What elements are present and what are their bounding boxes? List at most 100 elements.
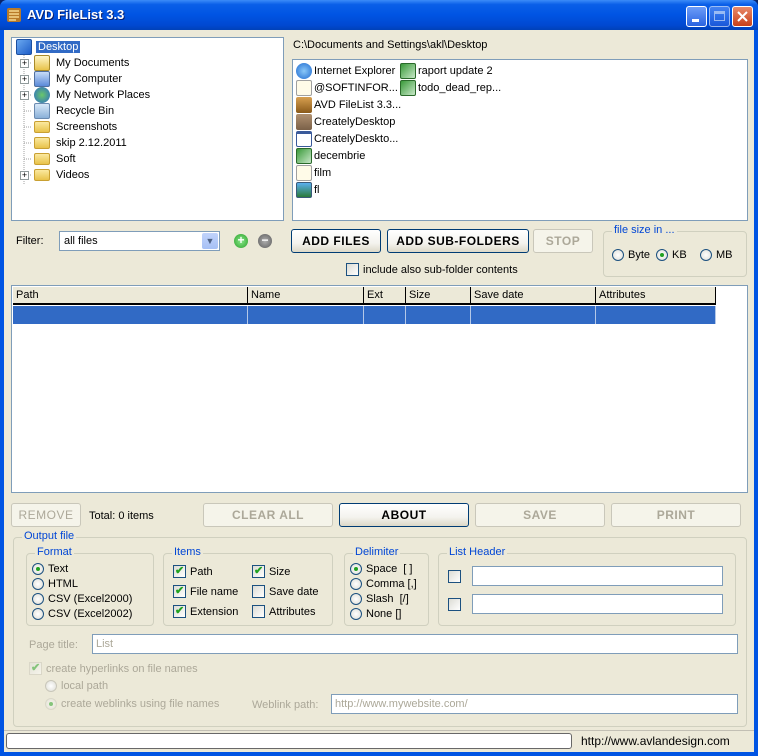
file-item[interactable]: Internet Explorer: [296, 62, 395, 79]
about-button[interactable]: ABOUT: [339, 503, 469, 527]
column-header-name[interactable]: Name: [248, 287, 364, 305]
checkbox-box: [173, 604, 186, 618]
column-header-save-date[interactable]: Save date: [471, 287, 596, 305]
checkbox-path[interactable]: Path: [173, 564, 213, 578]
list-header-line1-checkbox[interactable]: [448, 570, 465, 583]
radio-format-html[interactable]: HTML: [32, 578, 78, 590]
remove-filter-button[interactable]: −: [258, 234, 272, 248]
tree-item-label: Videos: [56, 169, 90, 181]
radio-byte[interactable]: Byte: [612, 249, 650, 261]
checkbox-label: Path: [190, 565, 213, 578]
stop-button[interactable]: STOP: [533, 229, 593, 253]
weblink-path-input[interactable]: [331, 694, 738, 714]
checkbox-attributes[interactable]: Attributes: [252, 605, 315, 618]
radio-mb[interactable]: MB: [700, 249, 733, 261]
file-item[interactable]: CreatelyDesktop: [296, 113, 395, 130]
file-item-label: fl: [314, 183, 320, 196]
tree-item-desktop[interactable]: Desktop: [16, 39, 81, 55]
add-subfolders-button[interactable]: ADD SUB-FOLDERS: [387, 229, 529, 253]
expand-icon[interactable]: +: [20, 75, 29, 84]
file-item[interactable]: @SOFTINFOR...: [296, 79, 398, 96]
radio-label: Byte: [628, 249, 651, 261]
file-item-label: Internet Explorer: [314, 64, 396, 77]
print-button[interactable]: PRINT: [611, 503, 741, 527]
column-header-size[interactable]: Size: [406, 287, 471, 305]
website-link[interactable]: http://www.avlandesign.com: [581, 734, 730, 748]
folder-tree[interactable]: Desktop + My Documents + My Computer + M…: [11, 37, 284, 221]
file-item[interactable]: film: [296, 164, 331, 181]
filter-select[interactable]: all files ▼: [59, 231, 220, 251]
tree-item-recycle-bin[interactable]: Recycle Bin: [34, 103, 116, 119]
tree-item-videos[interactable]: Videos: [34, 167, 91, 183]
add-filter-button[interactable]: +: [234, 234, 248, 248]
file-item-label: CreatelyDeskto...: [314, 132, 399, 145]
checkbox-box: [448, 598, 461, 611]
file-list[interactable]: Internet Explorer @SOFTINFOR... AVD File…: [292, 59, 748, 221]
radio-format-csv2000[interactable]: CSV (Excel2000): [32, 593, 132, 605]
tree-item-my-computer[interactable]: My Computer: [34, 71, 124, 87]
radio-indicator: [350, 563, 362, 575]
tree-item-skip[interactable]: skip 2.12.2011: [34, 135, 129, 151]
radio-delimiter-slash[interactable]: Slash [/]: [350, 593, 409, 605]
remove-button[interactable]: REMOVE: [11, 503, 81, 527]
checkbox-file-name[interactable]: File name: [173, 584, 238, 598]
about-label: ABOUT: [381, 508, 427, 522]
tree-item-label: My Computer: [56, 73, 123, 85]
tree-item-screenshots[interactable]: Screenshots: [34, 119, 119, 135]
add-files-button[interactable]: ADD FILES: [291, 229, 381, 253]
file-item-label: raport update 2: [418, 64, 493, 77]
weblink-path-label: Weblink path:: [252, 699, 319, 711]
chevron-down-icon[interactable]: ▼: [202, 233, 218, 249]
list-header-line2-input[interactable]: [472, 594, 723, 614]
include-subfolders-checkbox[interactable]: include also sub-folder contents: [346, 263, 518, 276]
tree-item-network-places[interactable]: My Network Places: [34, 87, 152, 103]
close-button[interactable]: [732, 6, 753, 27]
file-item[interactable]: CreatelyDeskto...: [296, 130, 398, 147]
checkbox-save-date[interactable]: Save date: [252, 585, 319, 598]
checkbox-box: [346, 263, 359, 276]
list-header-line1-input[interactable]: [472, 566, 723, 586]
radio-format-text[interactable]: Text: [32, 563, 68, 575]
checkbox-box: [252, 605, 265, 618]
delimiter-legend: Delimiter: [353, 546, 401, 558]
radio-delimiter-none[interactable]: None []: [350, 608, 401, 620]
stop-label: STOP: [545, 234, 581, 248]
radio-delimiter-comma[interactable]: Comma [,]: [350, 578, 417, 590]
results-table[interactable]: Path Name Ext Size Save date Attributes: [11, 285, 748, 493]
radio-indicator: [612, 249, 624, 261]
save-button[interactable]: SAVE: [475, 503, 605, 527]
maximize-button[interactable]: [709, 6, 730, 27]
file-item[interactable]: AVD FileList 3.3...: [296, 96, 401, 113]
tree-item-soft[interactable]: Soft: [34, 151, 78, 167]
page-title-input[interactable]: [92, 634, 738, 654]
minimize-button[interactable]: [686, 6, 707, 27]
column-header-attributes[interactable]: Attributes: [596, 287, 716, 305]
table-header: Path Name Ext Size Save date Attributes: [13, 287, 716, 305]
title-bar[interactable]: AVD FileList 3.3: [0, 0, 758, 30]
checkbox-extension[interactable]: Extension: [173, 604, 238, 618]
radio-kb[interactable]: KB: [656, 249, 687, 261]
radio-delimiter-space[interactable]: Space [ ]: [350, 563, 412, 575]
expand-icon[interactable]: +: [20, 59, 29, 68]
column-header-path[interactable]: Path: [13, 287, 248, 305]
radio-local-path[interactable]: local path: [45, 680, 108, 692]
column-header-ext[interactable]: Ext: [364, 287, 406, 305]
create-hyperlinks-checkbox[interactable]: create hyperlinks on file names: [29, 661, 198, 675]
radio-format-csv2002[interactable]: CSV (Excel2002): [32, 608, 132, 620]
clear-all-button[interactable]: CLEAR ALL: [203, 503, 333, 527]
selected-empty-row[interactable]: [13, 306, 716, 324]
radio-weblinks[interactable]: create weblinks using file names: [45, 698, 219, 710]
file-item[interactable]: todo_dead_rep...: [400, 79, 501, 96]
tree-item-my-documents[interactable]: My Documents: [34, 55, 131, 71]
list-header-line2-checkbox[interactable]: [448, 598, 465, 611]
expand-icon[interactable]: +: [20, 171, 29, 180]
tree-item-label: Desktop: [36, 41, 81, 53]
file-item[interactable]: decembrie: [296, 147, 365, 164]
current-path: C:\Documents and Settings\akl\Desktop: [293, 39, 488, 51]
progress-bar: [6, 733, 572, 749]
checkbox-size[interactable]: Size: [252, 564, 290, 578]
file-item[interactable]: fl: [296, 181, 320, 198]
format-legend: Format: [35, 546, 74, 558]
file-item[interactable]: raport update 2: [400, 62, 493, 79]
expand-icon[interactable]: +: [20, 91, 29, 100]
